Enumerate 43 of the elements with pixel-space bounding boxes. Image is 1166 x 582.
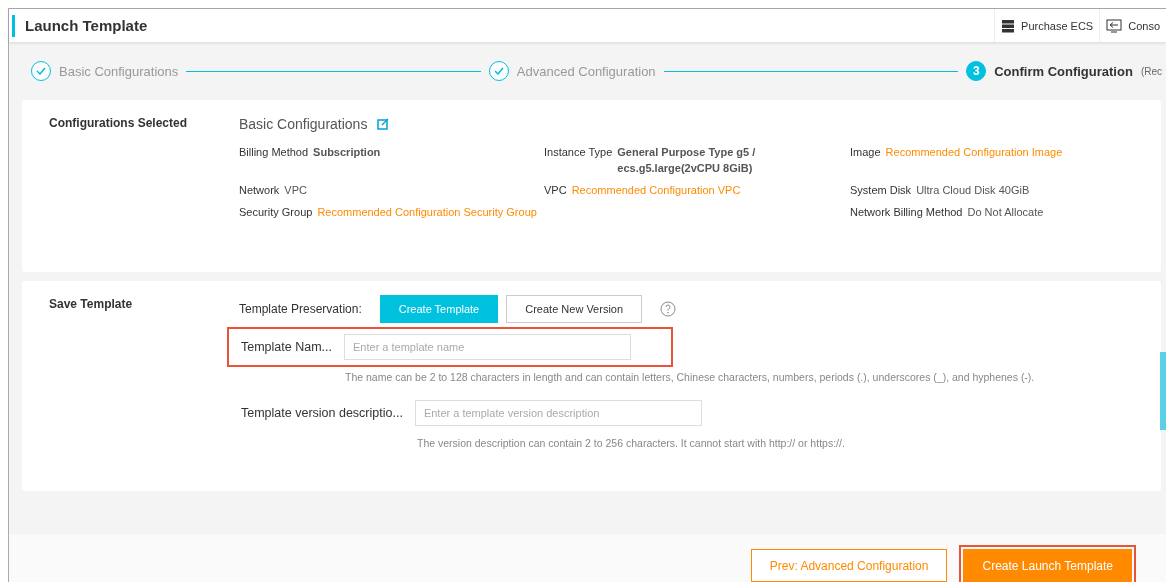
field-hint: The version description can contain 2 to 256 characters. It cannot start with http:// or https://. xyxy=(417,437,846,449)
config-label: Network Billing Method xyxy=(850,205,963,220)
config-link[interactable]: Recommended Configuration VPC xyxy=(571,182,741,198)
config-value: General Purpose Type g5 / ecs.g5.large(2vCPU 8GiB) xyxy=(617,145,757,176)
config-label: Security Group xyxy=(239,205,313,220)
help-icon[interactable] xyxy=(660,301,677,317)
check-icon xyxy=(493,67,504,75)
config-label: VPC xyxy=(544,183,567,198)
config-label: Image xyxy=(850,145,881,160)
create-button[interactable]: Create Launch Template xyxy=(963,549,1132,582)
page-title: Launch Template xyxy=(12,14,148,37)
option-button[interactable]: Create Template xyxy=(379,295,499,323)
step-label: Advanced Configuration xyxy=(516,63,656,79)
field-label: Template version descriptio... xyxy=(241,406,403,420)
config-link[interactable]: Recommended Configuration Image xyxy=(885,144,1063,176)
server-icon xyxy=(1001,18,1016,33)
text-field[interactable]: Enter a template name xyxy=(344,334,631,360)
step-label: Confirm Configuration xyxy=(994,63,1133,79)
section-title: Configurations Selected xyxy=(49,116,189,132)
step-label: Basic Configurations xyxy=(59,63,179,79)
config-label: Network xyxy=(239,183,280,198)
config-label: System Disk xyxy=(850,183,912,198)
header-link[interactable]: Purchase ECS xyxy=(994,9,1100,42)
config-link[interactable]: Recommended Configuration Security Group xyxy=(317,204,537,220)
check-icon xyxy=(36,67,46,75)
field-label: Template Nam... xyxy=(241,340,332,354)
group-title: Basic Configurations xyxy=(239,116,368,132)
step-note: (Rec xyxy=(1140,65,1162,77)
config-value: Ultra Cloud Disk 40GiB xyxy=(916,183,1030,198)
field-label: Template Preservation: xyxy=(239,302,362,316)
edit-icon[interactable] xyxy=(377,118,390,130)
option-button[interactable]: Create New Version xyxy=(506,295,643,323)
config-label: Billing Method xyxy=(239,145,309,160)
text-field[interactable]: Enter a template version description xyxy=(414,400,702,426)
config-value: VPC xyxy=(284,183,307,198)
field-hint: The name can be 2 to 128 characters in length and can contain letters, Chinese characters, numbers, periods (.), underscores (_), and hyphenes (-). xyxy=(345,371,1036,383)
config-value: Do Not Allocate xyxy=(967,205,1044,220)
config-value: Subscription xyxy=(313,145,381,160)
section-title: Save Template xyxy=(49,297,134,313)
back-button[interactable]: Prev: Advanced Configuration xyxy=(750,549,948,582)
config-label: Instance Type xyxy=(544,145,613,160)
step-number: 3 xyxy=(966,61,987,81)
header-link[interactable]: Conso xyxy=(1099,9,1166,42)
